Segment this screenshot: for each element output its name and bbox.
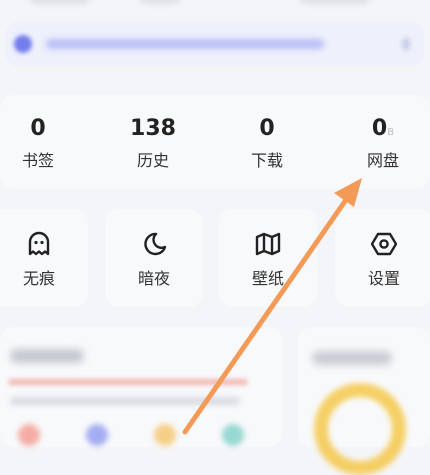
- stat-value: 0B: [371, 116, 395, 141]
- stat-label: 历史: [136, 151, 169, 170]
- tile-label: 无痕: [22, 269, 55, 288]
- blurred-card-right: [298, 327, 430, 475]
- tile-label: 壁纸: [251, 269, 284, 288]
- tile-incognito[interactable]: 无痕: [0, 209, 88, 307]
- stat-value: 0: [259, 116, 275, 141]
- blurred-dot: [154, 424, 176, 446]
- top-blurred-strip: [0, 0, 430, 16]
- stat-label: 下载: [250, 151, 283, 170]
- card-bar-blurred: [8, 379, 248, 385]
- stat-unit: B: [387, 127, 395, 138]
- chevron-right-icon: [402, 38, 410, 50]
- stat-value: 0: [30, 116, 46, 141]
- stats-panel: 0 书签 138 历史 0 下载 0B 网盘: [0, 95, 430, 189]
- moon-icon: [144, 232, 167, 256]
- tile-label: 暗夜: [137, 269, 170, 288]
- card-row-blurred: [10, 397, 240, 405]
- announcement-banner[interactable]: [6, 22, 424, 66]
- tile-wallpaper[interactable]: 壁纸: [219, 209, 317, 307]
- stat-label: 网盘: [366, 151, 399, 170]
- stat-label: 书签: [21, 151, 54, 170]
- gear-icon: [371, 232, 397, 256]
- card-ring-blurred: [314, 383, 406, 475]
- blurred-dot: [86, 424, 108, 446]
- card-title-blurred: [312, 351, 392, 365]
- tile-label: 设置: [367, 269, 400, 288]
- ghost-icon: [28, 231, 50, 256]
- tile-settings[interactable]: 设置: [335, 209, 430, 307]
- banner-text-blurred: [46, 39, 324, 49]
- stat-value: 138: [130, 116, 176, 141]
- card-title-blurred: [10, 349, 84, 363]
- tile-dark-mode[interactable]: 暗夜: [105, 209, 203, 307]
- banner-icon: [14, 35, 32, 53]
- map-icon: [255, 232, 281, 256]
- blurred-dot: [222, 424, 244, 446]
- blurred-dot: [18, 424, 40, 446]
